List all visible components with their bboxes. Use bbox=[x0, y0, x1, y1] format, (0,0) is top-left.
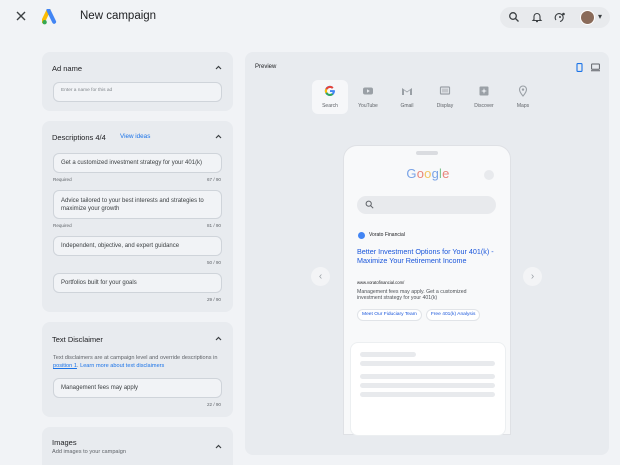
descriptions-title: Descriptions 4/4 bbox=[52, 133, 106, 142]
char-count: 50 / 90 bbox=[206, 260, 221, 265]
skeleton-line bbox=[360, 383, 495, 388]
tab-search[interactable]: Search bbox=[312, 80, 348, 114]
disclaimer-text-end: . bbox=[76, 363, 79, 369]
google-g-icon bbox=[324, 85, 335, 97]
ad-headline: Better Investment Options for Your 401(k… bbox=[357, 247, 494, 265]
images-card: Images Add images to your campaign bbox=[42, 427, 233, 465]
preview-label: Preview bbox=[255, 64, 277, 70]
disclaimer-text: Text disclaimers are at campaign level a… bbox=[53, 355, 218, 361]
ad-description: Management fees may apply. Get a customi… bbox=[357, 289, 467, 302]
display-icon bbox=[439, 86, 451, 95]
required-label: Required bbox=[53, 177, 72, 182]
collapse-chevron-icon[interactable] bbox=[215, 336, 222, 341]
disclaimer-value: Management fees may apply bbox=[61, 385, 139, 391]
text-disclaimer-description: Text disclaimers are at campaign level a… bbox=[53, 354, 225, 370]
description-text: Get a customized investment strategy for… bbox=[61, 160, 203, 166]
tab-gmail[interactable]: Gmail bbox=[389, 80, 425, 114]
chevron-left-icon: ‹ bbox=[318, 271, 323, 282]
collapse-chevron-icon[interactable] bbox=[215, 65, 222, 70]
tab-display[interactable]: Display bbox=[427, 80, 463, 114]
description-field[interactable]: Independent, objective, and expert guida… bbox=[53, 236, 222, 256]
learn-more-link[interactable]: Learn more about text disclaimers bbox=[80, 363, 164, 369]
maps-pin-icon bbox=[518, 85, 528, 97]
description-text: Advice tailored to your best interests a… bbox=[61, 197, 204, 212]
gmail-icon bbox=[402, 88, 412, 95]
tab-label: Gmail bbox=[400, 103, 414, 109]
ad-name-title: Ad name bbox=[52, 64, 83, 73]
avatar[interactable] bbox=[580, 10, 595, 25]
ad-name-card: Ad name Enter a name for this ad bbox=[42, 52, 233, 111]
tab-label: Maps bbox=[516, 103, 530, 109]
images-title: Images bbox=[52, 438, 77, 447]
close-icon bbox=[16, 11, 26, 21]
tab-label: Search bbox=[322, 103, 338, 109]
tab-maps[interactable]: Maps bbox=[505, 80, 541, 114]
description-field[interactable]: Portfolios built for your goals bbox=[53, 273, 222, 293]
discover-icon bbox=[479, 86, 489, 96]
account-dot bbox=[484, 170, 494, 180]
desktop-icon[interactable] bbox=[591, 63, 600, 72]
preview-search-bar bbox=[357, 196, 496, 214]
text-disclaimer-card: Text Disclaimer Text disclaimers are at … bbox=[42, 322, 233, 417]
char-count: 67 / 90 bbox=[206, 177, 221, 182]
preview-panel: Preview Search YouTube Gmail Display Dis… bbox=[245, 52, 609, 455]
google-ads-logo bbox=[42, 9, 57, 25]
collapse-chevron-icon[interactable] bbox=[215, 444, 222, 449]
skeleton-line bbox=[360, 374, 495, 379]
search-icon[interactable] bbox=[508, 11, 520, 23]
advertiser-name: Vorato Financial bbox=[369, 232, 405, 238]
sitelink-chip: Free 401(k) Analysis bbox=[425, 309, 481, 321]
ad-url: www.voratofinancial.com/ bbox=[357, 280, 405, 285]
char-count: 29 / 90 bbox=[206, 297, 221, 302]
ad-name-placeholder: Enter a name for this ad bbox=[61, 88, 113, 93]
phone-preview: Google Vorato Financial Better Investmen… bbox=[343, 145, 511, 436]
images-subtitle: Add images to your campaign bbox=[52, 449, 127, 455]
text-disclaimer-title: Text Disclaimer bbox=[52, 335, 103, 344]
disclaimer-input[interactable]: Management fees may apply bbox=[53, 378, 222, 398]
required-label: Required bbox=[53, 223, 72, 228]
page-title: New campaign bbox=[80, 10, 157, 22]
tab-label: Discover bbox=[474, 103, 494, 109]
top-bar: New campaign ▾ bbox=[0, 0, 620, 36]
next-arrow-button[interactable]: › bbox=[523, 267, 542, 286]
placeholder-result-card bbox=[350, 342, 506, 436]
tab-discover[interactable]: Discover bbox=[466, 80, 502, 114]
youtube-icon bbox=[363, 87, 373, 95]
bell-icon[interactable] bbox=[531, 11, 543, 23]
phone-icon[interactable] bbox=[575, 63, 584, 72]
header-actions: ▾ bbox=[500, 7, 610, 28]
tab-label: YouTube bbox=[358, 103, 378, 109]
sitelinks: Meet Our Fiduciary Team Free 401(k) Anal… bbox=[357, 309, 481, 323]
description-field[interactable]: Get a customized investment strategy for… bbox=[53, 153, 222, 173]
description-field[interactable]: Advice tailored to your best interests a… bbox=[53, 190, 222, 219]
tab-label: Display bbox=[436, 103, 454, 109]
view-ideas-link[interactable]: View ideas bbox=[120, 133, 150, 140]
ad-name-input[interactable]: Enter a name for this ad bbox=[53, 82, 222, 102]
phone-notch bbox=[416, 151, 438, 155]
char-count: 22 / 90 bbox=[206, 402, 221, 407]
skeleton-line bbox=[360, 352, 416, 357]
descriptions-card: Descriptions 4/4 View ideas Get a custom… bbox=[42, 121, 233, 312]
chevron-right-icon: › bbox=[530, 271, 535, 282]
sitelink-chip: Meet Our Fiduciary Team bbox=[357, 309, 422, 321]
char-count: 81 / 90 bbox=[206, 223, 221, 228]
advertiser-favicon bbox=[358, 232, 365, 239]
skeleton-line bbox=[360, 392, 495, 397]
description-text: Portfolios built for your goals bbox=[61, 280, 137, 286]
help-icon[interactable] bbox=[554, 11, 566, 23]
account-chevron-down-icon[interactable]: ▾ bbox=[598, 12, 602, 21]
search-icon bbox=[365, 200, 374, 209]
description-text: Independent, objective, and expert guida… bbox=[61, 243, 180, 249]
collapse-chevron-icon[interactable] bbox=[215, 134, 222, 139]
skeleton-line bbox=[360, 361, 495, 366]
tab-youtube[interactable]: YouTube bbox=[350, 80, 386, 114]
position-link[interactable]: position 1 bbox=[53, 363, 77, 369]
close-button[interactable] bbox=[14, 10, 28, 24]
previous-arrow-button[interactable]: ‹ bbox=[311, 267, 330, 286]
